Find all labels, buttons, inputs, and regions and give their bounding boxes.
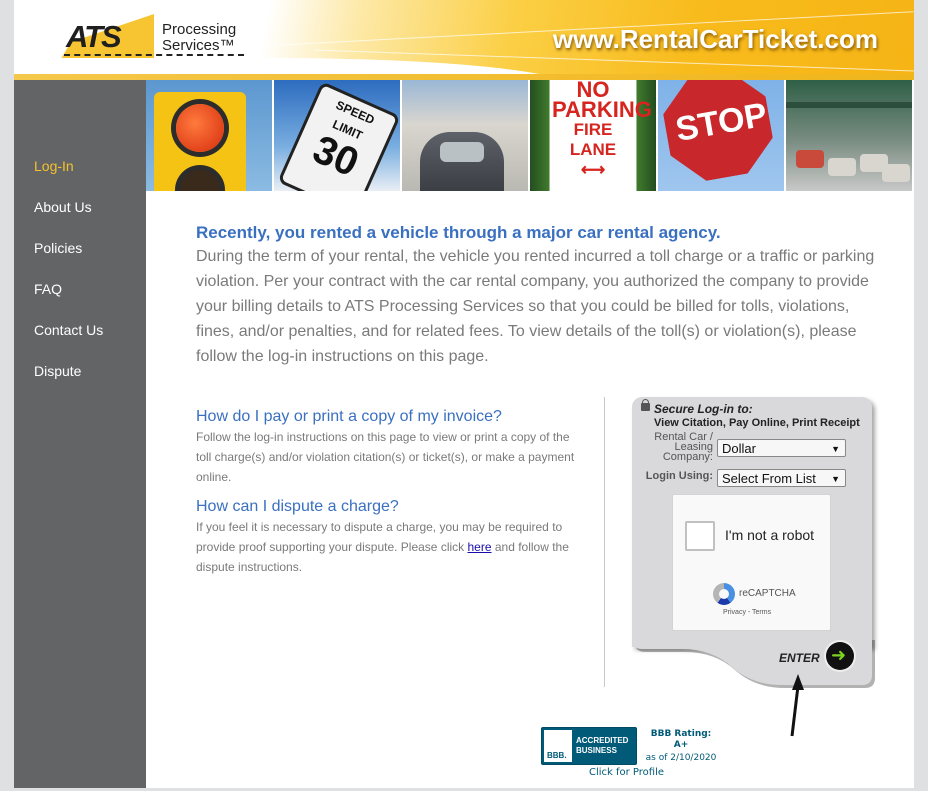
faq-answer-pay: Follow the log-in instructions on this p… xyxy=(196,430,575,484)
banner-image-traffic-light xyxy=(146,80,274,191)
site-url: www.RentalCarTicket.com xyxy=(552,24,878,54)
recaptcha-label: I'm not a robot xyxy=(725,527,815,543)
banner-image-parking-meter xyxy=(402,80,530,191)
annotation-arrow-icon xyxy=(790,674,804,737)
dropdown-arrow-icon: ▼ xyxy=(831,444,840,454)
login-using-select-value: Select From List xyxy=(722,471,816,486)
toll-gantry xyxy=(786,102,912,108)
faq-question-pay: How do I pay or print a copy of my invoi… xyxy=(196,408,502,425)
banner-image-no-parking: NO PARKING FIRE LANE ⟷ xyxy=(530,80,658,191)
intro-section: Recently, you rented a vehicle through a… xyxy=(196,222,886,369)
recaptcha-checkbox[interactable] xyxy=(685,521,715,551)
intro-body: During the term of your rental, the vehi… xyxy=(196,248,875,365)
company-label-line3: Company: xyxy=(662,451,713,463)
stop-sign: STOP xyxy=(658,80,778,186)
traffic-light-red xyxy=(176,104,224,152)
enter-button[interactable] xyxy=(826,642,854,670)
speed-limit-sign: SPEED LIMIT 30 xyxy=(277,81,400,191)
recaptcha-brand: reCAPTCHA xyxy=(739,588,796,599)
enter-label: ENTER xyxy=(779,651,820,665)
ats-logo[interactable]: ATS Processing Services™ xyxy=(24,14,254,62)
sidebar-item-faq[interactable]: FAQ xyxy=(14,279,146,320)
car xyxy=(828,158,856,176)
bbb-accreditation-badge[interactable]: BBB. ACCREDITED BUSINESS BBB Rating: A+ … xyxy=(541,727,721,781)
parking-meter xyxy=(420,132,504,191)
banner-image-toll-plaza xyxy=(786,80,912,191)
bbb-rating: BBB Rating: A+ xyxy=(641,729,721,751)
no-parking-sign: NO PARKING FIRE LANE ⟷ xyxy=(552,80,652,180)
no-parking-line3: FIRE xyxy=(573,120,613,139)
bbb-rating-label: BBB Rating: xyxy=(650,729,712,739)
bbb-seal: BBB. ACCREDITED BUSINESS xyxy=(541,727,637,765)
vertical-divider xyxy=(604,397,605,687)
meter-window xyxy=(440,142,484,162)
photo-banner: SPEED LIMIT 30 NO PARKING FIRE LANE ⟷ ST… xyxy=(146,80,914,191)
recaptcha-logo-icon xyxy=(713,583,735,605)
bbb-rating-value: A+ xyxy=(673,740,689,750)
bbb-accredited-line1: ACCREDITED xyxy=(576,736,629,745)
intro-title: Recently, you rented a vehicle through a… xyxy=(196,223,721,242)
sidebar: Log-In About Us Policies FAQ Contact Us … xyxy=(14,80,146,788)
company-select-value: Dollar xyxy=(722,441,756,456)
recaptcha-widget: I'm not a robot reCAPTCHA Privacy - Term… xyxy=(672,494,831,631)
sidebar-item-contact-us[interactable]: Contact Us xyxy=(14,320,146,361)
bbb-accredited-text: ACCREDITED BUSINESS xyxy=(576,736,628,756)
faq-question-dispute: How can I dispute a charge? xyxy=(196,498,399,515)
faq-answer-dispute: If you feel it is necessary to dispute a… xyxy=(196,517,586,577)
logo-subtitle-line2: Services™ xyxy=(162,37,235,54)
login-using-label: Login Using: xyxy=(645,470,713,482)
company-label: Rental Car / Leasing Company: xyxy=(638,432,713,463)
no-parking-line2: PARKING xyxy=(552,97,652,122)
page: ATS Processing Services™ www.RentalCarTi… xyxy=(14,0,914,788)
logo-subtitle-line1: Processing xyxy=(162,21,237,38)
car xyxy=(796,150,824,168)
banner-image-speed-limit: SPEED LIMIT 30 xyxy=(274,80,402,191)
site-header: ATS Processing Services™ www.RentalCarTi… xyxy=(14,0,914,80)
sidebar-item-policies[interactable]: Policies xyxy=(14,238,146,279)
bbb-rating-date: as of 2/10/2020 xyxy=(645,753,717,763)
logo-ats-text: ATS xyxy=(66,19,122,54)
logo-subtitle: Processing Services™ xyxy=(162,22,236,54)
no-parking-line4: LANE xyxy=(569,140,617,159)
double-arrow-icon: ⟷ xyxy=(580,160,606,179)
sidebar-item-about-us[interactable]: About Us xyxy=(14,197,146,238)
recaptcha-privacy-terms-link[interactable]: Privacy - Terms xyxy=(723,609,771,616)
secure-login-panel: Secure Log-in to: View Citation, Pay Onl… xyxy=(632,397,872,685)
sidebar-item-login[interactable]: Log-In xyxy=(14,156,146,197)
lock-icon xyxy=(641,399,650,411)
stop-sign-text: STOP xyxy=(672,95,770,150)
company-select[interactable]: Dollar ▼ xyxy=(717,439,846,457)
dispute-here-link[interactable]: here xyxy=(467,540,491,554)
banner-image-stop-sign: STOP xyxy=(658,80,786,191)
logo-dash-line xyxy=(64,54,244,56)
bbb-profile-link[interactable]: Click for Profile xyxy=(589,767,664,778)
sidebar-nav: Log-In About Us Policies FAQ Contact Us … xyxy=(14,156,146,402)
faq-section: How do I pay or print a copy of my invoi… xyxy=(196,407,586,587)
dropdown-arrow-icon: ▼ xyxy=(831,474,840,484)
sidebar-item-dispute[interactable]: Dispute xyxy=(14,361,146,402)
bbb-torch-icon: BBB. xyxy=(544,730,572,762)
bbb-accredited-line2: BUSINESS xyxy=(576,746,617,755)
bbb-seal-text: BBB. xyxy=(547,751,567,760)
login-subtitle: View Citation, Pay Online, Print Receipt xyxy=(654,417,860,429)
login-title: Secure Log-in to: xyxy=(654,402,753,416)
login-using-select[interactable]: Select From List ▼ xyxy=(717,469,846,487)
car xyxy=(882,164,910,182)
